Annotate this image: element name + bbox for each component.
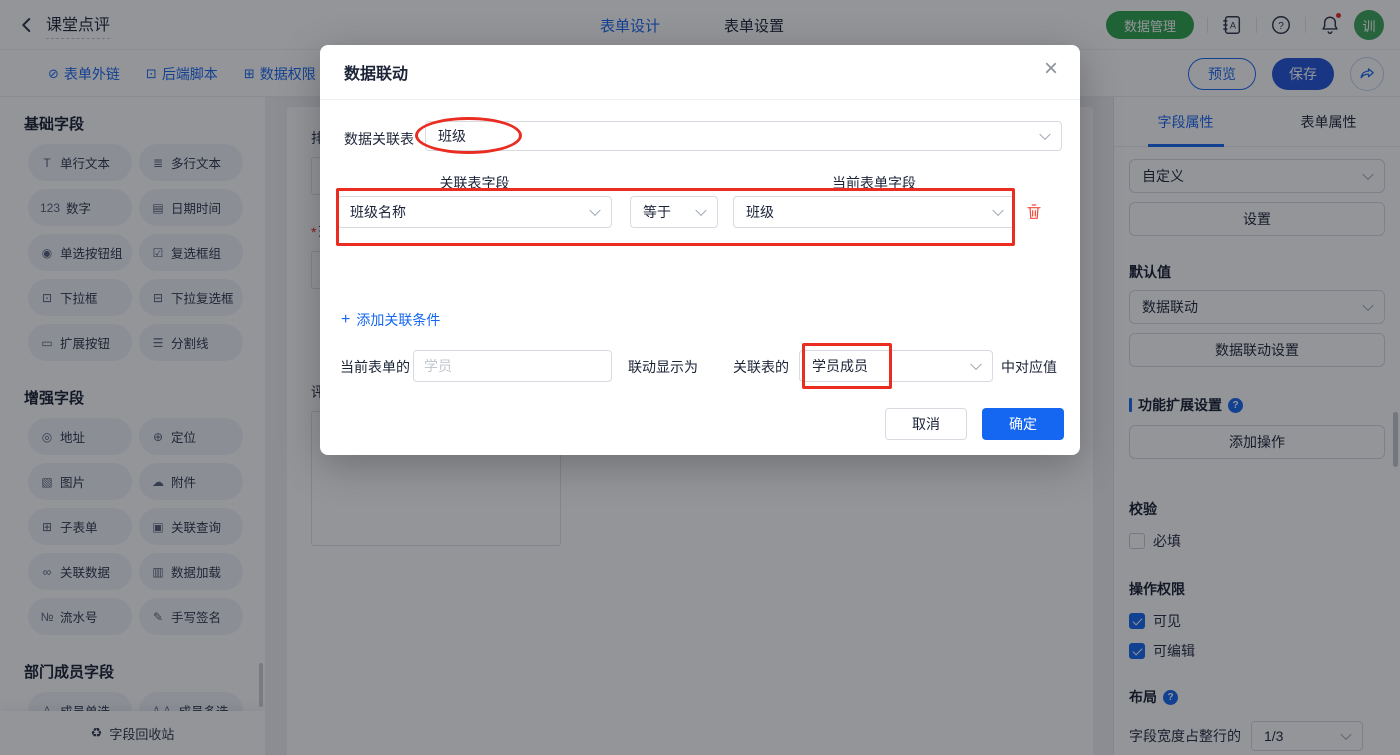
current-form-prefix-label: 当前表单的 <box>340 359 410 375</box>
data-linkage-modal: 数据联动 × 数据关联表 班级 关联表字段 当前表单字段 班级名称 等于 班级 … <box>320 45 1080 455</box>
delete-condition-button[interactable] <box>1026 203 1042 221</box>
condition-field-select[interactable]: 班级名称 <box>337 196 612 228</box>
corresponding-value-label: 中对应值 <box>1001 359 1057 375</box>
current-form-column-header: 当前表单字段 <box>832 175 916 191</box>
condition-operator-select[interactable]: 等于 <box>630 196 718 228</box>
link-table-value: 班级 <box>438 128 466 144</box>
cancel-button[interactable]: 取消 <box>885 408 967 440</box>
related-field-column-header: 关联表字段 <box>439 175 510 191</box>
trash-icon <box>1027 204 1041 219</box>
modal-title: 数据联动 <box>344 66 409 83</box>
plus-icon: + <box>341 311 351 328</box>
related-field-value: 学员成员 <box>812 358 868 374</box>
related-table-prefix-label: 关联表的 <box>733 359 789 375</box>
add-condition-label: 添加关联条件 <box>356 312 441 328</box>
linkage-display-label: 联动显示为 <box>628 359 698 375</box>
condition-form-field-value: 班级 <box>746 204 774 220</box>
close-icon[interactable]: × <box>1044 57 1058 81</box>
display-field-input[interactable] <box>413 350 612 382</box>
condition-field-value: 班级名称 <box>350 204 406 220</box>
related-field-select[interactable]: 学员成员 <box>799 350 993 382</box>
add-condition-link[interactable]: + 添加关联条件 <box>341 310 440 330</box>
confirm-button[interactable]: 确定 <box>982 408 1064 440</box>
condition-form-field-select[interactable]: 班级 <box>733 196 1015 228</box>
form-designer-page: 课堂点评 表单设计 表单设置 数据管理 A ? 训 ⊘ 表单外链 ⊡ 后端脚本 … <box>0 0 1400 755</box>
link-table-label: 数据关联表 <box>344 131 414 147</box>
link-table-select[interactable]: 班级 <box>425 121 1062 151</box>
condition-operator-value: 等于 <box>643 204 671 220</box>
